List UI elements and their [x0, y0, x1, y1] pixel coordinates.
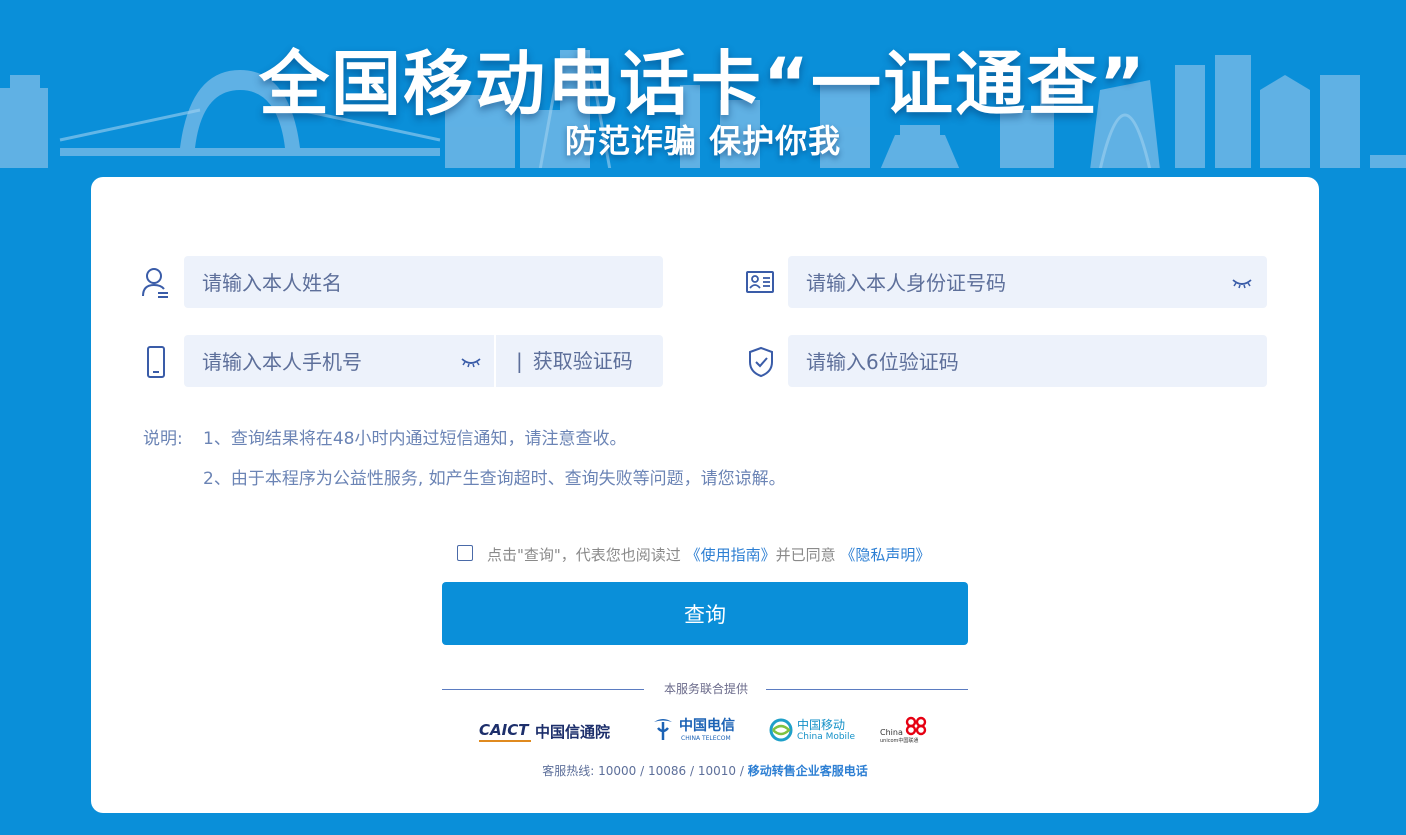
- caict-logo-text: CAICT: [479, 721, 529, 739]
- verification-code-input[interactable]: [804, 335, 1192, 389]
- eye-closed-icon[interactable]: [460, 353, 482, 369]
- usage-guide-link[interactable]: 《使用指南》: [686, 546, 776, 564]
- caict-logo-sub: 中国信通院: [535, 723, 611, 741]
- user-icon: [142, 268, 168, 298]
- privacy-policy-link[interactable]: 《隐私声明》: [840, 546, 930, 564]
- agreement-text: 点击"查询"，代表您也阅读过 《使用指南》并已同意 《隐私声明》: [487, 544, 930, 565]
- id-number-input[interactable]: [804, 256, 1192, 310]
- china-mobile-icon: [769, 718, 793, 742]
- divider: |: [516, 349, 523, 373]
- china-telecom-logo-sub: CHINA TELECOM: [681, 735, 731, 742]
- agreement-middle: 并已同意: [775, 546, 836, 564]
- get-code-label: 获取验证码: [532, 349, 633, 373]
- query-button[interactable]: 查询: [442, 582, 968, 645]
- note-item: 1、查询结果将在48小时内通过短信通知，请注意查收。: [203, 429, 627, 449]
- china-telecom-icon: [654, 719, 672, 740]
- name-field[interactable]: [184, 256, 663, 310]
- divider: [766, 689, 968, 690]
- china-telecom-logo: 中国电信 CHINA TELECOM: [651, 714, 741, 746]
- id-number-field[interactable]: [788, 256, 1267, 310]
- agreement-prefix: 点击"查询"，代表您也阅读过: [487, 546, 681, 564]
- caict-logo: CAICT 中国信通院: [479, 714, 619, 746]
- china-unicom-knot-icon: [905, 716, 927, 736]
- caict-logo-bar: [479, 740, 531, 742]
- china-unicom-logo: China unicom中国联通: [880, 714, 940, 746]
- note-item: 2、由于本程序为公益性服务, 如产生查询超时、查询失败等问题，请您谅解。: [203, 469, 786, 489]
- banner: 全国移动电话卡“一证通查” 防范诈骗 保护你我: [0, 0, 1406, 190]
- hotline: 客服热线: 10000 / 10086 / 10010 / 移动转售企业客服电话: [91, 762, 1319, 779]
- name-input[interactable]: [200, 256, 588, 310]
- id-card-icon: [746, 271, 774, 293]
- phone-field[interactable]: [184, 335, 494, 389]
- notes-label: 说明:: [143, 429, 183, 449]
- eye-closed-icon[interactable]: [1231, 274, 1253, 290]
- shield-check-icon: [749, 346, 773, 378]
- china-unicom-logo-sub: unicom中国联通: [880, 738, 919, 744]
- page-subtitle: 防范诈骗 保护你我: [564, 122, 842, 160]
- china-telecom-logo-text: 中国电信: [679, 718, 735, 734]
- get-code-button[interactable]: | 获取验证码: [496, 335, 663, 387]
- providers-label: 本服务联合提供: [663, 682, 748, 696]
- phone-input[interactable]: [200, 335, 454, 389]
- agreement-checkbox[interactable]: [457, 545, 473, 561]
- china-mobile-logo-sub: China Mobile: [797, 732, 856, 742]
- mvno-hotline-link[interactable]: 移动转售企业客服电话: [748, 764, 868, 778]
- hotline-text: 客服热线: 10000 / 10086 / 10010 /: [542, 764, 744, 778]
- china-unicom-logo-text: China: [880, 728, 903, 737]
- china-mobile-logo-text: 中国移动: [797, 718, 846, 732]
- verification-code-field[interactable]: [788, 335, 1267, 389]
- query-card: | 获取验证码 说明: 1、查询结果将在48小时内通过短信通知，请注意查收。 2、…: [91, 177, 1319, 813]
- page-title: 全国移动电话卡“一证通查”: [258, 43, 1147, 125]
- mobile-phone-icon: [147, 346, 165, 378]
- china-mobile-logo: 中国移动 China Mobile: [769, 714, 859, 746]
- divider: [442, 689, 644, 690]
